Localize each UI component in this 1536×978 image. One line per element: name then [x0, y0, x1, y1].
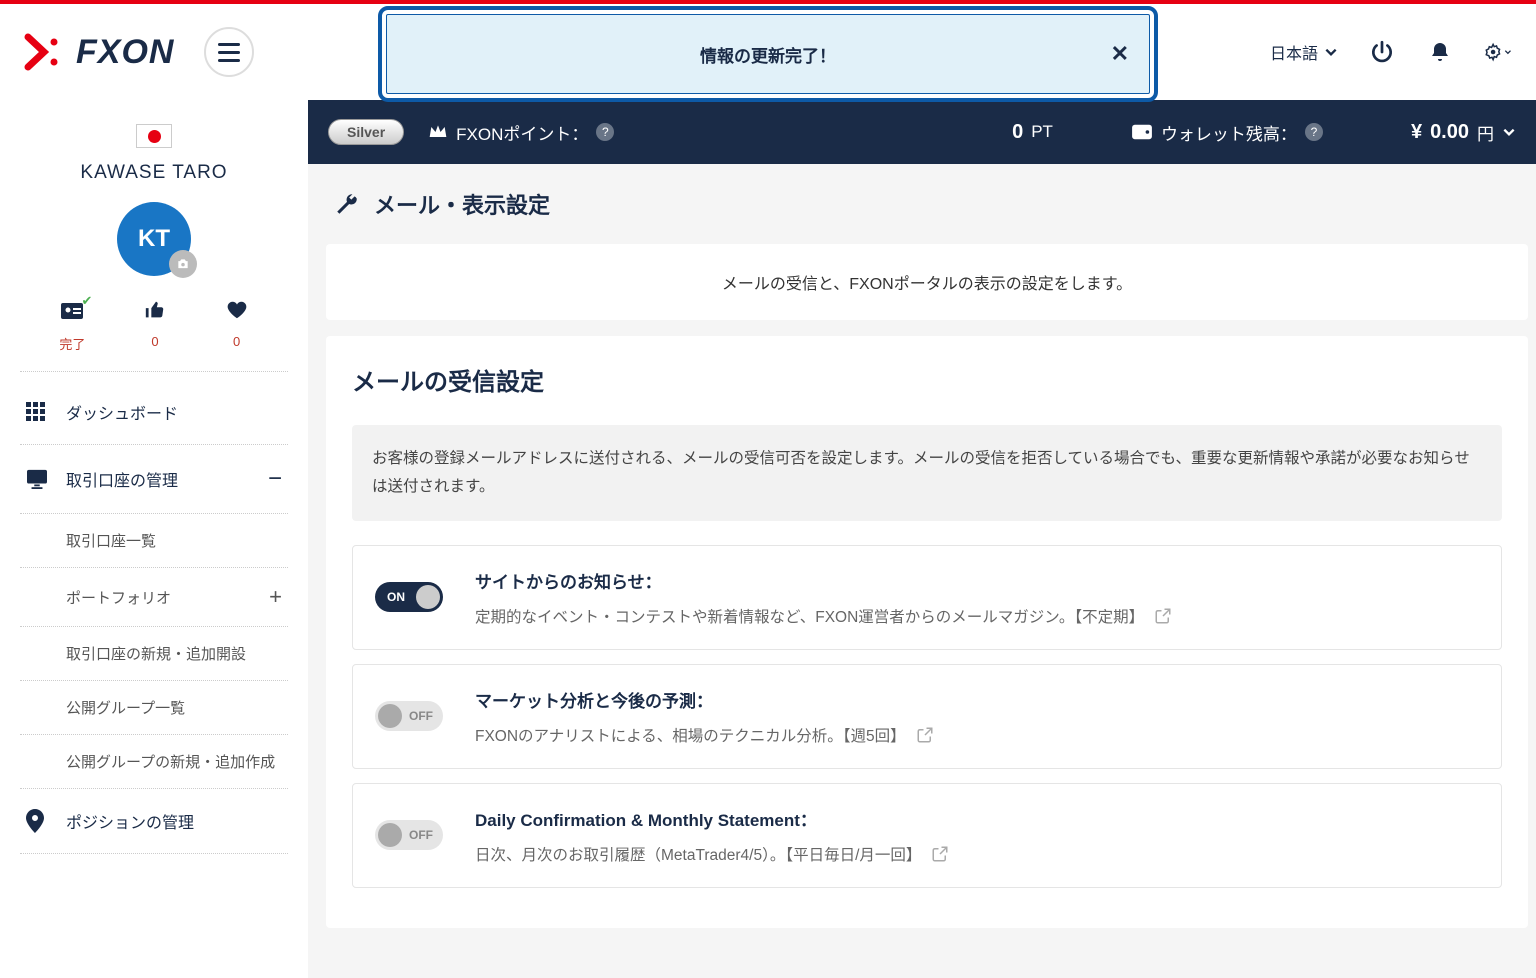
nav-dashboard[interactable]: ダッシュボード [20, 380, 288, 445]
camera-icon[interactable] [169, 250, 197, 278]
stat-verification[interactable]: ✔ 完了 [59, 296, 85, 353]
crown-icon [428, 123, 448, 141]
nav-account-list[interactable]: 取引口座一覧 [20, 514, 288, 568]
setting-desc: 日次、月次のお取引履歴（MetaTrader4/5）。【平日毎日/月一回】 [475, 843, 921, 865]
points-value: 0 PT [1012, 121, 1053, 144]
check-icon: ✔ [81, 293, 92, 309]
settings-card: メールの受信設定 お客様の登録メールアドレスに送付される、メールの受信可否を設定… [326, 336, 1528, 928]
setting-desc: 定期的なイベント・コンテストや新着情報など、FXON運営者からのメールマガジン。… [475, 605, 1144, 627]
wallet-icon [1131, 123, 1153, 141]
expand-icon: + [269, 584, 282, 610]
user-name: KAWASE TARO [20, 162, 288, 184]
nav-label: 取引口座一覧 [66, 530, 156, 551]
toggle-switch[interactable]: OFF [375, 820, 443, 850]
chevron-down-icon [1504, 46, 1512, 58]
setting-market-analysis: OFF マーケット分析と今後の予測： FXONのアナリストによる、相場のテクニカ… [352, 664, 1502, 769]
nav-portfolio[interactable]: ポートフォリオ + [20, 568, 288, 627]
collapse-icon: − [268, 465, 282, 493]
setting-site-news: ON サイトからのお知らせ： 定期的なイベント・コンテストや新着情報など、FXO… [352, 545, 1502, 650]
status-bar: Silver FXONポイント： ? 0 PT ウォレット残高： ? [308, 100, 1536, 164]
page-header: メール・表示設定 [326, 188, 1528, 220]
power-button[interactable] [1368, 38, 1396, 66]
chevron-down-icon [1324, 45, 1338, 59]
tier-badge: Silver [328, 119, 404, 145]
banner-close-button[interactable]: ✕ [1111, 41, 1129, 67]
pin-icon [26, 809, 52, 833]
nav-label: ポジションの管理 [66, 809, 194, 833]
heart-icon [225, 299, 249, 321]
nav-group-list[interactable]: 公開グループ一覧 [20, 681, 288, 735]
logo-mark-icon [24, 29, 70, 75]
intro-text: メールの受信と、FXONポータルの表示の設定をします。 [722, 276, 1132, 293]
bell-icon [1428, 40, 1452, 64]
stat-value: 0 [225, 334, 249, 349]
section-title: メールの受信設定 [352, 362, 1502, 397]
nav-label: ダッシュボード [66, 400, 178, 424]
country-flag [136, 124, 172, 148]
info-box: お客様の登録メールアドレスに送付される、メールの受信可否を設定します。メールの受… [352, 425, 1502, 521]
notifications-button[interactable] [1426, 38, 1454, 66]
setting-title: サイトからのお知らせ： [475, 568, 1479, 593]
notification-banner: 情報の更新完了！ ✕ [386, 14, 1150, 94]
stat-likes[interactable]: 0 [144, 296, 166, 353]
sidebar: KAWASE TARO KT ✔ 完了 [0, 100, 308, 978]
power-icon [1369, 39, 1395, 65]
wallet-display: ウォレット残高： ? [1131, 120, 1323, 145]
profile-stats: ✔ 完了 0 0 [20, 296, 288, 372]
nav-label: 取引口座の新規・追加開設 [66, 643, 246, 664]
nav-accounts[interactable]: 取引口座の管理 − [20, 445, 288, 514]
language-label: 日本語 [1270, 40, 1318, 64]
setting-title: Daily Confirmation & Monthly Statement： [475, 806, 1479, 831]
monitor-icon [26, 469, 52, 489]
nav-label: 取引口座の管理 [66, 467, 178, 491]
banner-message: 情報の更新完了！ [700, 42, 836, 67]
nav-positions[interactable]: ポジションの管理 [20, 789, 288, 854]
nav-label: 公開グループの新規・追加作成 [66, 751, 275, 772]
setting-desc: FXONのアナリストによる、相場のテクニカル分析。【週5回】 [475, 724, 906, 746]
nav-new-account[interactable]: 取引口座の新規・追加開設 [20, 627, 288, 681]
external-link-icon[interactable] [916, 726, 934, 744]
wrench-icon [334, 191, 360, 217]
intro-card: メールの受信と、FXONポータルの表示の設定をします。 [326, 244, 1528, 320]
balance-value[interactable]: ¥ 0.00 円 [1411, 120, 1516, 145]
setting-daily-statement: OFF Daily Confirmation & Monthly Stateme… [352, 783, 1502, 888]
nav-label: 公開グループ一覧 [66, 697, 185, 718]
stat-favorites[interactable]: 0 [225, 296, 249, 353]
nav-new-group[interactable]: 公開グループの新規・追加作成 [20, 735, 288, 789]
external-link-icon[interactable] [1154, 607, 1172, 625]
toggle-switch[interactable]: OFF [375, 701, 443, 731]
header: FXON 日本語 情報の更新完了！ ✕ [0, 4, 1536, 100]
chevron-down-icon [1502, 125, 1516, 139]
stat-value: 完了 [59, 334, 85, 353]
grid-icon [26, 402, 52, 422]
menu-toggle-button[interactable] [204, 27, 254, 77]
setting-title: マーケット分析と今後の予測： [475, 687, 1479, 712]
main-content: Silver FXONポイント： ? 0 PT ウォレット残高： ? [308, 100, 1536, 978]
toggle-switch[interactable]: ON [375, 582, 443, 612]
logo-text: FXON [76, 33, 174, 72]
gear-icon [1484, 38, 1502, 66]
avatar[interactable]: KT [117, 202, 191, 276]
language-selector[interactable]: 日本語 [1270, 40, 1338, 64]
points-display: FXONポイント： ? [428, 120, 614, 145]
page-title: メール・表示設定 [374, 188, 550, 220]
settings-button[interactable] [1484, 38, 1512, 66]
stat-value: 0 [144, 334, 166, 349]
help-icon[interactable]: ? [596, 123, 614, 141]
external-link-icon[interactable] [931, 845, 949, 863]
help-icon[interactable]: ? [1305, 123, 1323, 141]
logo[interactable]: FXON [24, 29, 174, 75]
thumbs-up-icon [144, 299, 166, 321]
nav-label: ポートフォリオ [66, 587, 171, 608]
